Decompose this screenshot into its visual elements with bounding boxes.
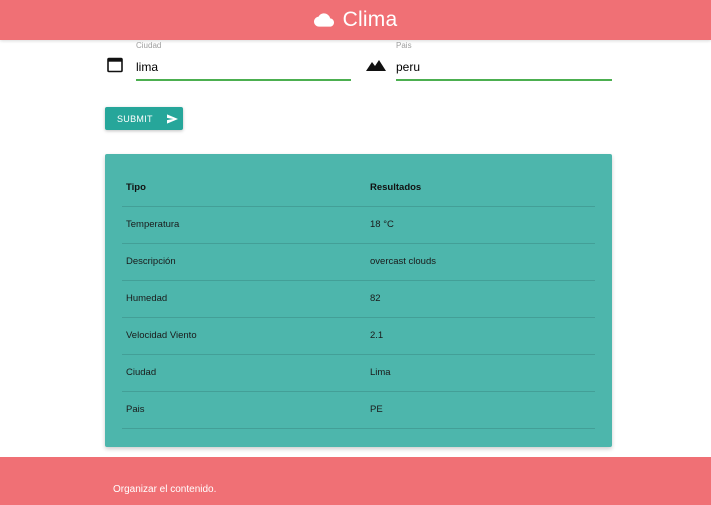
country-label: Pais	[396, 41, 412, 50]
footer-text: Organizar el contenido.	[113, 484, 217, 495]
table-row: Descripción overcast clouds	[122, 243, 595, 281]
row-type: Velocidad Viento	[122, 317, 366, 355]
header-tipo: Tipo	[122, 169, 366, 207]
table-header-row: Tipo Resultados	[122, 169, 595, 207]
brand-logo[interactable]: Clima	[313, 8, 398, 32]
calendar-icon	[107, 57, 123, 73]
results-table: Tipo Resultados Temperatura 18 °C Descri…	[122, 169, 595, 429]
page-footer: Organizar el contenido.	[0, 457, 711, 505]
row-value: PE	[366, 391, 595, 429]
landscape-icon	[366, 60, 386, 71]
row-type: Ciudad	[122, 354, 366, 392]
submit-label: SUBMIT	[117, 113, 153, 124]
submit-button[interactable]: SUBMIT	[105, 107, 183, 130]
row-value: 82	[366, 280, 595, 318]
city-field: Ciudad	[136, 41, 351, 82]
row-type: Pais	[122, 391, 366, 429]
app-title: Clima	[342, 8, 398, 31]
row-value: 2.1	[366, 317, 595, 355]
table-row: Pais PE	[122, 391, 595, 429]
row-value: 18 °C	[366, 206, 595, 244]
table-row: Velocidad Viento 2.1	[122, 317, 595, 355]
row-type: Descripción	[122, 243, 366, 281]
table-row: Ciudad Lima	[122, 354, 595, 392]
results-card: Tipo Resultados Temperatura 18 °C Descri…	[105, 154, 612, 447]
header-resultados: Resultados	[366, 169, 595, 207]
cloud-icon	[313, 13, 334, 27]
table-row: Temperatura 18 °C	[122, 206, 595, 244]
row-value: overcast clouds	[366, 243, 595, 281]
row-type: Humedad	[122, 280, 366, 318]
city-label: Ciudad	[136, 41, 162, 50]
top-navbar: Clima	[0, 0, 711, 40]
country-field: Pais	[396, 41, 612, 82]
country-input[interactable]	[396, 51, 612, 81]
row-type: Temperatura	[122, 206, 366, 244]
city-input[interactable]	[136, 51, 351, 81]
send-icon	[166, 113, 178, 124]
row-value: Lima	[366, 354, 595, 392]
table-row: Humedad 82	[122, 280, 595, 318]
